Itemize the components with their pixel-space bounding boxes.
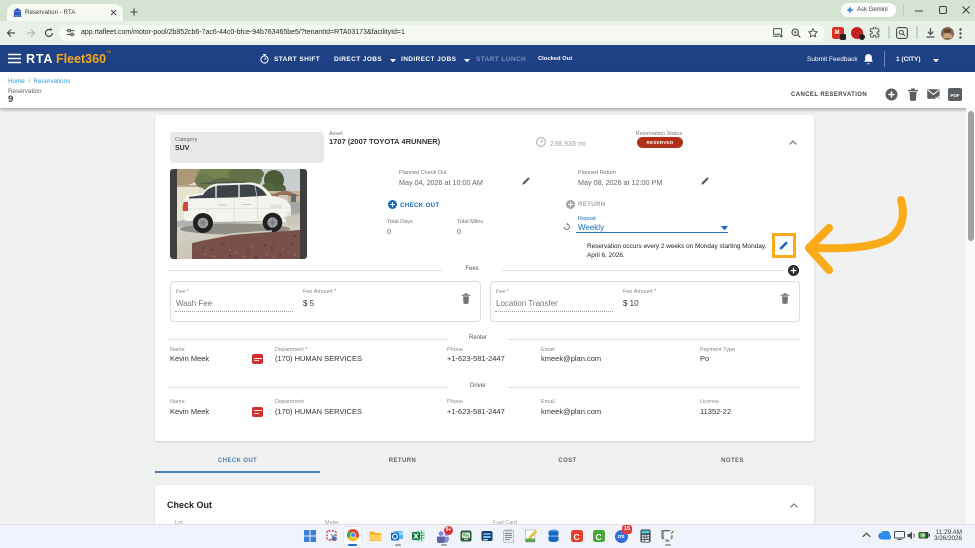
svg-text:PDF: PDF <box>950 93 959 98</box>
